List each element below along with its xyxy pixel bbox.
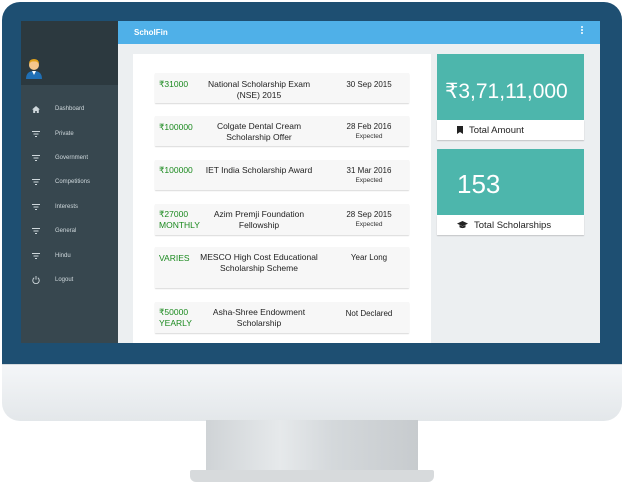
- deadline-status: Expected: [355, 177, 383, 184]
- deadline-date: 28 Sep 2015: [346, 210, 392, 219]
- deadline-date: Year Long: [350, 253, 388, 262]
- scholarship-name: IET India Scholarship Award: [205, 165, 313, 175]
- list-item[interactable]: ₹100000 IET India Scholarship Award 31 M…: [155, 160, 409, 190]
- sidebar-item-government[interactable]: Government: [21, 146, 118, 170]
- total-amount-label: Total Amount: [469, 124, 524, 136]
- scholarship-deadline: 28 Feb 2016 Expected: [327, 121, 411, 141]
- scholarship-deadline: 31 Mar 2016 Expected: [327, 165, 411, 185]
- sidebar-item-label: Government: [55, 154, 89, 161]
- deadline-status: Expected: [355, 221, 383, 228]
- filter-icon: [31, 154, 41, 161]
- total-scholarships-card: 153 Total Scholarships: [437, 149, 584, 235]
- scholarship-amount: ₹100000: [159, 122, 193, 132]
- home-icon: [31, 105, 41, 113]
- sidebar-item-label: Logout: [55, 276, 74, 283]
- scholarship-amount: VARIES: [159, 253, 190, 263]
- total-amount-caption: Total Amount: [437, 120, 584, 140]
- sidebar-item-hindu[interactable]: Hindu: [21, 243, 118, 267]
- scholarship-deadline: 30 Sep 2015: [327, 79, 411, 90]
- scholarship-name: Azim Premji Foundation Fellowship: [213, 209, 305, 230]
- filter-icon: [31, 228, 41, 235]
- scholarship-amount: ₹50000 YEARLY: [159, 307, 192, 328]
- total-scholarships-label: Total Scholarships: [474, 219, 552, 231]
- list-item[interactable]: ₹31000 National Scholarship Exam (NSE) 2…: [155, 73, 409, 103]
- list-item[interactable]: ₹27000 MONTHLY Azim Premji Foundation Fe…: [155, 204, 409, 235]
- sidebar-item-label: Hindu: [55, 252, 71, 259]
- sidebar-item-competitions[interactable]: Competitions: [21, 170, 118, 194]
- monitor-foot: [190, 470, 434, 482]
- scholarship-deadline: Not Declared: [327, 308, 411, 319]
- sidebar-item-label: Competitions: [55, 179, 91, 186]
- sidebar-item-dashboard[interactable]: Dashboard: [21, 97, 118, 121]
- scholarship-deadline: Year Long: [327, 252, 411, 263]
- sidebar-item-label: General: [55, 228, 77, 235]
- scholarship-name: National Scholarship Exam (NSE) 2015: [207, 79, 311, 100]
- list-item[interactable]: ₹100000 Colgate Dental Cream Scholarship…: [155, 116, 409, 146]
- scholarship-list: ₹31000 National Scholarship Exam (NSE) 2…: [133, 54, 431, 343]
- scholarship-amount: ₹31000: [159, 79, 189, 89]
- monitor-chin: [2, 364, 622, 421]
- sidebar-item-label: Private: [55, 130, 74, 137]
- sidebar-item-general[interactable]: General: [21, 219, 118, 243]
- graduation-cap-icon: [457, 221, 468, 229]
- sidebar-header: [21, 21, 118, 85]
- deadline-date: Not Declared: [345, 309, 393, 318]
- deadline-date: 30 Sep 2015: [346, 80, 392, 89]
- filter-icon: [31, 252, 41, 259]
- sidebar-item-label: Dashboard: [55, 106, 85, 113]
- filter-icon: [31, 130, 41, 137]
- sidebar-nav: Dashboard Private Government Competition…: [21, 97, 118, 292]
- deadline-date: 28 Feb 2016: [346, 122, 392, 131]
- total-amount-panel: ₹3,71,11,000: [437, 54, 584, 120]
- total-scholarships-caption: Total Scholarships: [437, 215, 584, 235]
- user-avatar-icon[interactable]: [24, 57, 44, 79]
- scholarship-name: Asha-Shree Endowment Scholarship: [212, 307, 306, 328]
- deadline-status: Expected: [355, 133, 383, 140]
- total-scholarships-value: 153: [457, 169, 501, 199]
- monitor-stand: [206, 420, 418, 472]
- total-scholarships-panel: 153: [437, 149, 584, 215]
- more-options-icon[interactable]: [580, 26, 584, 34]
- list-item[interactable]: ₹50000 YEARLY Asha-Shree Endowment Schol…: [155, 302, 409, 333]
- sidebar-item-private[interactable]: Private: [21, 121, 118, 145]
- total-amount-value: ₹3,71,11,000: [445, 80, 568, 103]
- sidebar-item-label: Interests: [55, 203, 79, 210]
- filter-icon: [31, 203, 41, 210]
- sidebar-item-interests[interactable]: Interests: [21, 195, 118, 219]
- power-icon: [31, 275, 41, 284]
- filter-icon: [31, 179, 41, 186]
- app-title: ScholFin: [134, 28, 168, 37]
- bookmark-icon: [457, 126, 463, 134]
- scholarship-name: MESCO High Cost Educational Scholarship …: [200, 252, 318, 273]
- app-screen: Dashboard Private Government Competition…: [21, 21, 600, 343]
- app-header: ScholFin: [118, 21, 600, 44]
- scholarship-deadline: 28 Sep 2015 Expected: [327, 209, 411, 229]
- deadline-date: 31 Mar 2016: [346, 166, 392, 175]
- scholarship-amount: ₹100000: [159, 165, 193, 175]
- total-amount-card: ₹3,71,11,000 Total Amount: [437, 54, 584, 140]
- sidebar-item-logout[interactable]: Logout: [21, 268, 118, 292]
- list-item[interactable]: VARIES MESCO High Cost Educational Schol…: [155, 247, 409, 288]
- sidebar: Dashboard Private Government Competition…: [21, 21, 118, 343]
- scholarship-name: Colgate Dental Cream Scholarship Offer: [216, 121, 302, 142]
